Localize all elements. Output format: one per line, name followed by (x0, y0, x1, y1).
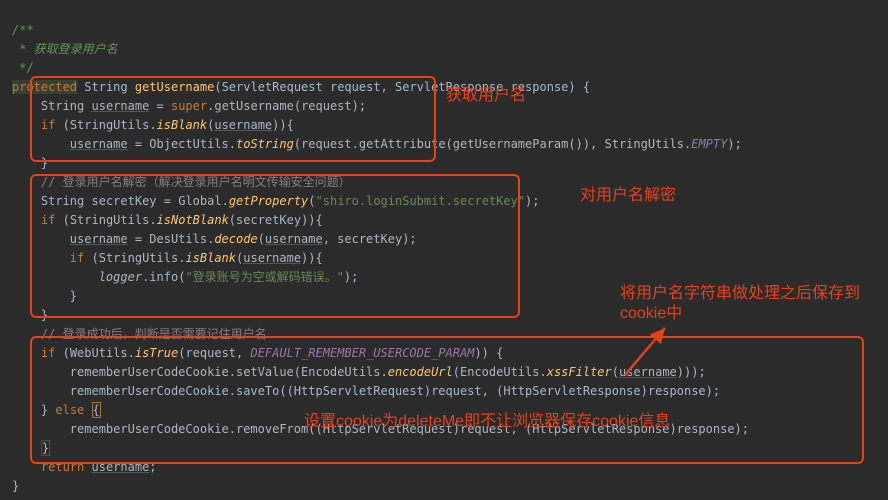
code-line: username = ObjectUtils.toString(request.… (12, 137, 742, 151)
code-line: } (12, 440, 50, 456)
code-line: } (12, 289, 77, 303)
code-line: } (12, 156, 48, 170)
annotation-text-2: 对用户名解密 (580, 186, 676, 206)
code-line: logger.info("登录账号为空或解码错误。"); (12, 270, 358, 284)
code-line: String secretKey = Global.getProperty("s… (12, 194, 540, 208)
code-line: if (StringUtils.isNotBlank(secretKey)){ (12, 213, 323, 227)
code-line: } else { (12, 402, 101, 418)
code-line: // 登录用户名解密（解决登录用户名明文传输安全问题） (12, 175, 351, 189)
code-line: username = DesUtils.decode(username, sec… (12, 232, 417, 246)
annotation-text-4: 设置cookie为deleteMe即不让浏览器保存cookie信息 (304, 412, 724, 432)
code-line: // 登录成功后，判断是否需要记住用户名 (12, 327, 267, 341)
code-line: return username; (12, 460, 157, 474)
code-line: if (StringUtils.isBlank(username)){ (12, 118, 294, 132)
annotation-text-3: 将用户名字符串做处理之后保存到cookie中 (620, 284, 880, 324)
code-line: } (12, 479, 19, 493)
annotation-text-1: 获取用户名 (446, 86, 526, 106)
code-line: if (StringUtils.isBlank(username)){ (12, 251, 323, 265)
code-line: rememberUserCodeCookie.setValue(EncodeUt… (12, 365, 706, 379)
code-line: if (WebUtils.isTrue(request, DEFAULT_REM… (12, 346, 503, 360)
doc-comment-line: */ (12, 61, 34, 75)
doc-comment-line: /** (12, 23, 34, 37)
code-line: } (12, 308, 48, 322)
code-line: String username = super.getUsername(requ… (12, 99, 366, 113)
code-line: rememberUserCodeCookie.saveTo((HttpServl… (12, 384, 720, 398)
doc-comment-line: * 获取登录用户名 (12, 42, 118, 56)
